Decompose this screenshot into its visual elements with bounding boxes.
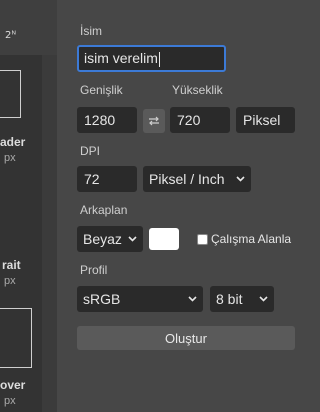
preset-unit: px [4, 152, 16, 164]
size-unit-select[interactable]: Piksel [236, 107, 295, 133]
workspace-checkbox[interactable] [197, 234, 208, 245]
preset-thumbnail[interactable] [0, 70, 21, 118]
dpi-input[interactable]: 72 [77, 166, 137, 192]
background-color-swatch[interactable] [149, 228, 179, 250]
background-value: Beyaz [83, 231, 122, 247]
width-label: Genişlik [80, 83, 123, 97]
dpi-unit-select[interactable]: Piksel / Inch [143, 166, 251, 192]
create-button-label: Oluştur [165, 330, 207, 346]
text-caret [158, 51, 160, 67]
preset-name[interactable]: ader [0, 135, 25, 149]
sidebar-scrollbar[interactable] [42, 55, 57, 412]
size-unit-value: Piksel [243, 112, 281, 128]
chevron-down-icon [188, 286, 197, 312]
color-profile-value: sRGB [83, 291, 121, 307]
height-input[interactable]: 720 [170, 107, 230, 133]
preset-thumbnail[interactable] [0, 308, 32, 368]
height-label: Yükseklik [172, 83, 223, 97]
color-profile-select[interactable]: sRGB [77, 286, 203, 312]
width-input[interactable]: 1280 [77, 107, 137, 133]
link-dimensions-button[interactable] [143, 109, 165, 133]
chevron-down-icon [259, 286, 268, 312]
preset-name[interactable]: over [0, 378, 25, 392]
swap-icon [149, 116, 159, 126]
background-select[interactable]: Beyaz [77, 226, 143, 252]
sidebar-header-label: 2ᴺ [5, 30, 17, 41]
chevron-down-icon [128, 226, 137, 252]
preset-unit: px [4, 395, 16, 407]
dpi-label: DPI [80, 144, 101, 158]
bit-depth-select[interactable]: 8 bit [210, 286, 274, 312]
preset-unit: px [4, 275, 16, 287]
bit-depth-value: 8 bit [216, 291, 243, 307]
name-input-value: isim verelim [84, 50, 158, 66]
preset-name[interactable]: rait [2, 258, 21, 272]
create-button[interactable]: Oluştur [77, 326, 295, 350]
dpi-unit-value: Piksel / Inch [149, 171, 225, 187]
name-label: İsim [80, 24, 102, 38]
name-input[interactable]: isim verelim [77, 45, 226, 72]
chevron-down-icon [236, 166, 245, 192]
workspace-checkbox-label[interactable]: Çalışma Alanla [211, 232, 291, 246]
background-label: Arkaplan [80, 203, 128, 217]
profile-label: Profil [80, 263, 108, 277]
preset-sidebar: 2ᴺ ader px rait px over px [0, 0, 57, 412]
preset-list[interactable]: ader px rait px over px [0, 55, 42, 412]
